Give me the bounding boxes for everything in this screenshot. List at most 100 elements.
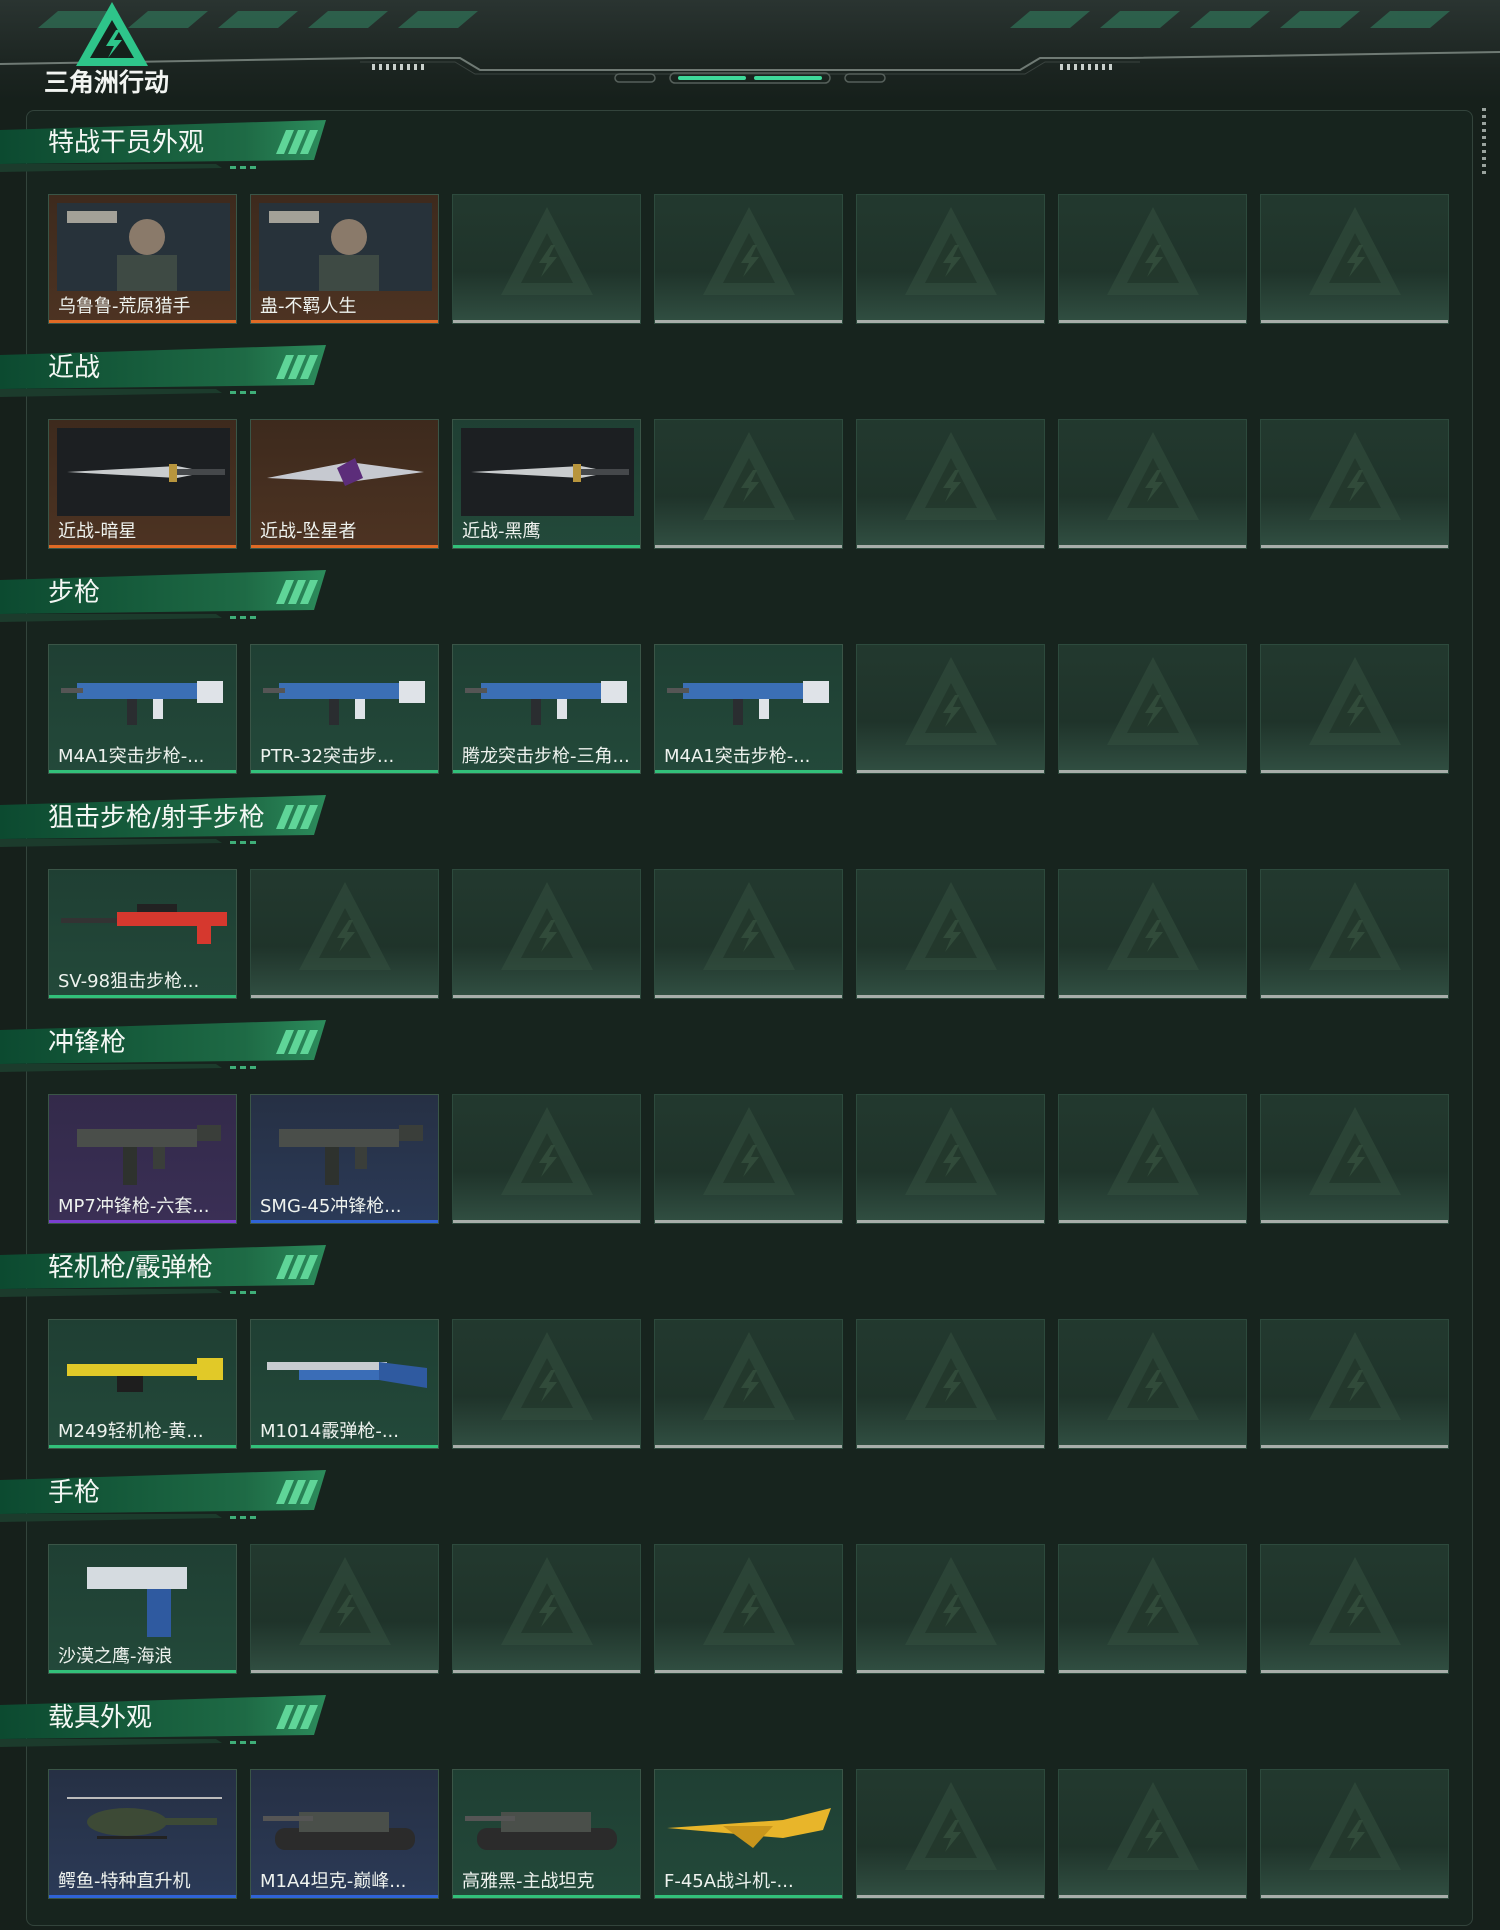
logo-text: 三角洲行动 [44,68,170,97]
placeholder-triangle-icon [703,207,795,295]
empty-slot-bar [1059,1220,1246,1223]
empty-slot-bar [1261,1895,1448,1898]
rarity-bar [49,1895,236,1898]
item-card[interactable]: 沙漠之鹰-海浪 [48,1544,237,1674]
rarity-bar [655,770,842,773]
empty-slot-bar [1059,770,1246,773]
empty-slot-bar [1059,320,1246,323]
placeholder-triangle-icon [703,1107,795,1195]
empty-slot [1058,869,1247,999]
placeholder-triangle-icon [299,882,391,970]
section-header: 手枪 [0,1470,330,1522]
empty-slot-bar [857,995,1044,998]
item-card[interactable]: M1014霰弹枪-... [250,1319,439,1449]
item-grid: MP7冲锋枪-六套... SMG-45冲锋枪... [48,1094,1449,1224]
empty-slot [250,869,439,999]
empty-slot-bar [857,1895,1044,1898]
placeholder-triangle-icon [905,1107,997,1195]
item-card[interactable]: SMG-45冲锋枪... [250,1094,439,1224]
empty-slot [1058,1769,1247,1899]
top-header: 三角洲行动 [0,0,1500,100]
item-card[interactable]: 近战-黑鹰 [452,419,641,549]
rarity-bar [251,770,438,773]
item-label: 腾龙突击步枪-三角... [462,746,630,767]
item-card[interactable]: PTR-32突击步... [250,644,439,774]
section-title: 冲锋枪 [48,1028,127,1058]
empty-slot [1260,1769,1449,1899]
rarity-bar [251,320,438,323]
empty-slot [856,869,1045,999]
empty-slot-bar [1059,995,1246,998]
empty-slot-bar [1261,770,1448,773]
empty-slot [1058,1094,1247,1224]
item-label: SV-98狙击步枪... [58,971,200,992]
item-card[interactable]: 鳄鱼-特种直升机 [48,1769,237,1899]
item-label: F-45A战斗机-... [664,1871,794,1892]
section-header: 狙击步枪/射手步枪 [0,795,330,847]
placeholder-triangle-icon [1107,657,1199,745]
item-label: 乌鲁鲁-荒原猎手 [58,296,191,317]
item-card[interactable]: 高雅黑-主战坦克 [452,1769,641,1899]
item-card[interactable]: M4A1突击步枪-... [654,644,843,774]
item-card[interactable]: 近战-坠星者 [250,419,439,549]
item-card[interactable]: SV-98狙击步枪... [48,869,237,999]
empty-slot-bar [1261,545,1448,548]
item-label: 近战-坠星者 [260,521,357,542]
item-grid: 近战-暗星 近战-坠星者 近战-黑鹰 [48,419,1449,549]
empty-slot [654,1319,843,1449]
empty-slot [1058,1319,1247,1449]
empty-slot [452,1094,641,1224]
placeholder-triangle-icon [299,1557,391,1645]
placeholder-triangle-icon [905,1557,997,1645]
item-label: 近战-黑鹰 [462,521,541,542]
collection-section: 轻机枪/霰弹枪 M249轻机枪-黄... M1014霰弹枪-... [0,1245,1500,1470]
item-card[interactable]: F-45A战斗机-... [654,1769,843,1899]
placeholder-triangle-icon [501,1557,593,1645]
empty-slot-bar [655,320,842,323]
empty-slot-bar [655,1445,842,1448]
item-card[interactable]: M4A1突击步枪-... [48,644,237,774]
empty-slot [856,1769,1045,1899]
rarity-bar [453,770,640,773]
item-card[interactable]: MP7冲锋枪-六套... [48,1094,237,1224]
empty-slot-bar [453,320,640,323]
item-label: 近战-暗星 [58,521,137,542]
empty-slot [654,419,843,549]
item-card[interactable]: 近战-暗星 [48,419,237,549]
section-title: 手枪 [48,1478,101,1508]
item-card[interactable]: 蛊-不羁人生 [250,194,439,324]
item-label: M1A4坦克-巅峰... [260,1871,407,1892]
rarity-bar [251,545,438,548]
empty-slot [1058,194,1247,324]
placeholder-triangle-icon [905,432,997,520]
item-grid: 沙漠之鹰-海浪 [48,1544,1449,1674]
rarity-bar [49,770,236,773]
empty-slot-bar [453,995,640,998]
item-card[interactable]: M249轻机枪-黄... [48,1319,237,1449]
rarity-bar [251,1895,438,1898]
empty-slot-bar [1059,1895,1246,1898]
empty-slot [1058,1544,1247,1674]
item-label: M4A1突击步枪-... [58,746,205,767]
item-card[interactable]: 腾龙突击步枪-三角... [452,644,641,774]
empty-slot-bar [251,1670,438,1673]
empty-slot [856,1094,1045,1224]
item-label: SMG-45冲锋枪... [260,1196,402,1217]
placeholder-triangle-icon [1309,432,1401,520]
item-label: PTR-32突击步... [260,746,395,767]
item-card[interactable]: M1A4坦克-巅峰... [250,1769,439,1899]
placeholder-triangle-icon [1107,1107,1199,1195]
empty-slot-bar [1059,545,1246,548]
placeholder-triangle-icon [1309,882,1401,970]
rarity-bar [453,545,640,548]
item-card[interactable]: 乌鲁鲁-荒原猎手 [48,194,237,324]
section-title: 轻机枪/霰弹枪 [48,1253,213,1283]
placeholder-triangle-icon [501,882,593,970]
placeholder-triangle-icon [703,882,795,970]
section-title: 步枪 [48,578,101,608]
rarity-bar [49,320,236,323]
placeholder-triangle-icon [1309,207,1401,295]
empty-slot-bar [857,1445,1044,1448]
section-header: 近战 [0,345,330,397]
empty-slot-bar [251,995,438,998]
